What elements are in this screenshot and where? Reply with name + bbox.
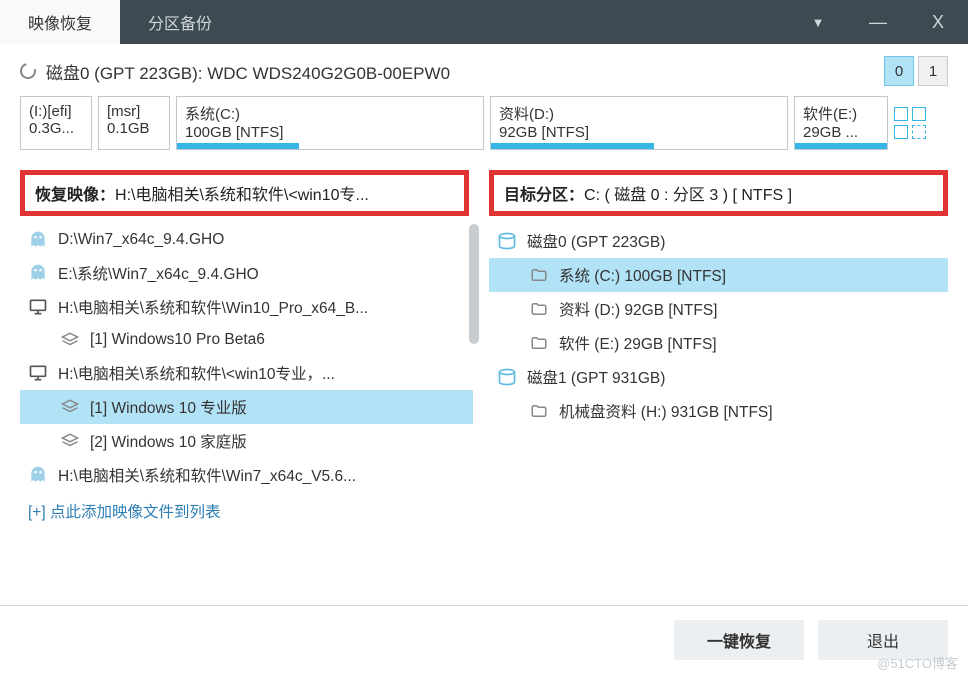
list-item-label: 软件 (E:) 29GB [NTFS]	[559, 332, 717, 354]
ghost-icon	[28, 230, 48, 250]
add-image-link[interactable]: [+] 点此添加映像文件到列表	[20, 492, 473, 530]
folder-icon	[529, 333, 549, 353]
partition-usage-bar	[177, 143, 299, 149]
view-toggle-icon[interactable]	[912, 125, 926, 139]
list-item[interactable]: 资料 (D:) 92GB [NTFS]	[489, 292, 948, 326]
partition-label: 软件(E:)	[803, 103, 879, 124]
partition-bar: (I:)[efi] 0.3G... [msr] 0.1GB 系统(C:) 100…	[0, 96, 968, 160]
list-item[interactable]: 软件 (E:) 29GB [NTFS]	[489, 326, 948, 360]
partition-label: (I:)[efi]	[29, 103, 83, 120]
layers-icon	[60, 431, 80, 451]
refresh-icon[interactable]	[17, 60, 39, 82]
partition-size: 92GB [NTFS]	[499, 124, 779, 141]
disk-icon	[497, 367, 517, 387]
view-toggle-icon[interactable]	[894, 107, 908, 121]
list-item-label: [2] Windows 10 家庭版	[90, 430, 247, 452]
folder-icon	[529, 401, 549, 421]
target-partition-panel: 目标分区：C: ( 磁盘 0 : 分区 3 ) [ NTFS ] 磁盘0 (GP…	[479, 170, 968, 605]
folder-icon	[529, 299, 549, 319]
list-item-label: H:\电脑相关\系统和软件\<win10专业，...	[58, 362, 335, 384]
list-item-label: 磁盘1 (GPT 931GB)	[527, 366, 665, 388]
monitor-icon	[28, 363, 48, 383]
list-item-label: 机械盘资料 (H:) 931GB [NTFS]	[559, 400, 773, 422]
one-click-restore-button[interactable]: 一键恢复	[674, 620, 804, 660]
list-item-label: D:\Win7_x64c_9.4.GHO	[58, 231, 224, 249]
partition-size: 100GB [NTFS]	[185, 124, 475, 141]
partition-e[interactable]: 软件(E:) 29GB ...	[794, 96, 888, 150]
list-item-label: H:\电脑相关\系统和软件\Win7_x64c_V5.6...	[58, 464, 356, 486]
watermark: @51CTO博客	[877, 653, 958, 672]
list-item-label: 系统 (C:) 100GB [NTFS]	[559, 264, 726, 286]
partition-usage-bar	[491, 143, 654, 149]
titlebar-dropdown-button[interactable]: ▼	[788, 0, 848, 44]
disk-select-0[interactable]: 0	[884, 56, 914, 86]
target-header-value: C: ( 磁盘 0 : 分区 3 ) [ NTFS ]	[584, 187, 792, 204]
target-header-label: 目标分区：	[504, 187, 584, 204]
partition-view-toggles	[894, 96, 928, 150]
disk-icon	[497, 231, 517, 251]
list-item[interactable]: [2] Windows 10 家庭版	[20, 424, 473, 458]
partition-msr[interactable]: [msr] 0.1GB	[98, 96, 170, 150]
source-header-value: H:\电脑相关\系统和软件\<win10专...	[115, 187, 369, 204]
partition-efi[interactable]: (I:)[efi] 0.3G...	[20, 96, 92, 150]
partition-c[interactable]: 系统(C:) 100GB [NTFS]	[176, 96, 484, 150]
view-toggle-icon[interactable]	[894, 125, 908, 139]
list-item-label: 磁盘0 (GPT 223GB)	[527, 230, 665, 252]
list-item-label: 资料 (D:) 92GB [NTFS]	[559, 298, 717, 320]
list-item[interactable]: H:\电脑相关\系统和软件\Win7_x64c_V5.6...	[20, 458, 473, 492]
layers-icon	[60, 397, 80, 417]
partition-label: [msr]	[107, 103, 161, 120]
list-item[interactable]: 磁盘0 (GPT 223GB)	[489, 224, 948, 258]
partition-size: 29GB ...	[803, 124, 879, 141]
list-item[interactable]: [1] Windows10 Pro Beta6	[20, 324, 473, 356]
ghost-icon	[28, 263, 48, 283]
close-button[interactable]: X	[908, 0, 968, 44]
scrollbar-thumb[interactable]	[469, 224, 479, 344]
list-item[interactable]: H:\电脑相关\系统和软件\Win10_Pro_x64_B...	[20, 290, 473, 324]
list-item-label: [1] Windows 10 专业版	[90, 396, 247, 418]
source-header-label: 恢复映像：	[35, 187, 115, 204]
tab-image-restore[interactable]: 映像恢复	[0, 0, 120, 44]
source-image-header: 恢复映像：H:\电脑相关\系统和软件\<win10专...	[20, 170, 469, 216]
partition-size: 0.1GB	[107, 120, 161, 137]
folder-icon	[529, 265, 549, 285]
list-item[interactable]: 系统 (C:) 100GB [NTFS]	[489, 258, 948, 292]
tab-partition-backup[interactable]: 分区备份	[120, 0, 240, 44]
footer: 一键恢复 退出	[0, 605, 968, 674]
partition-d[interactable]: 资料(D:) 92GB [NTFS]	[490, 96, 788, 150]
title-bar: 映像恢复 分区备份 ▼ — X	[0, 0, 968, 44]
partition-label: 资料(D:)	[499, 103, 779, 124]
partition-size: 0.3G...	[29, 120, 83, 137]
layers-icon	[60, 330, 80, 350]
partition-label: 系统(C:)	[185, 103, 475, 124]
target-partition-header: 目标分区：C: ( 磁盘 0 : 分区 3 ) [ NTFS ]	[489, 170, 948, 216]
disk-selector: 0 1	[884, 56, 948, 86]
partition-usage-bar	[795, 143, 887, 149]
partition-tree[interactable]: 磁盘0 (GPT 223GB) 系统 (C:) 100GB [NTFS] 资料 (D…	[489, 224, 948, 605]
main-area: 恢复映像：H:\电脑相关\系统和软件\<win10专... D:\Win7_x6…	[0, 160, 968, 605]
monitor-icon	[28, 297, 48, 317]
list-item[interactable]: H:\电脑相关\系统和软件\<win10专业，...	[20, 356, 473, 390]
source-image-panel: 恢复映像：H:\电脑相关\系统和软件\<win10专... D:\Win7_x6…	[0, 170, 479, 605]
list-item[interactable]: 机械盘资料 (H:) 931GB [NTFS]	[489, 394, 948, 428]
list-item[interactable]: D:\Win7_x64c_9.4.GHO	[20, 224, 473, 256]
list-item-label: H:\电脑相关\系统和软件\Win10_Pro_x64_B...	[58, 296, 368, 318]
view-toggle-icon[interactable]	[912, 107, 926, 121]
list-item-label: [1] Windows10 Pro Beta6	[90, 331, 265, 349]
ghost-icon	[28, 465, 48, 485]
list-item-label: E:\系统\Win7_x64c_9.4.GHO	[58, 262, 259, 284]
disk-select-1[interactable]: 1	[918, 56, 948, 86]
image-list[interactable]: D:\Win7_x64c_9.4.GHO E:\系统\Win7_x64c_9.4.…	[20, 224, 479, 605]
list-item[interactable]: 磁盘1 (GPT 931GB)	[489, 360, 948, 394]
list-item[interactable]: [1] Windows 10 专业版	[20, 390, 473, 424]
list-item[interactable]: E:\系统\Win7_x64c_9.4.GHO	[20, 256, 473, 290]
disk-title: 磁盘0 (GPT 223GB): WDC WDS240G2G0B-00EPW0	[46, 59, 874, 84]
minimize-button[interactable]: —	[848, 0, 908, 44]
disk-header: 磁盘0 (GPT 223GB): WDC WDS240G2G0B-00EPW0 …	[0, 44, 968, 96]
